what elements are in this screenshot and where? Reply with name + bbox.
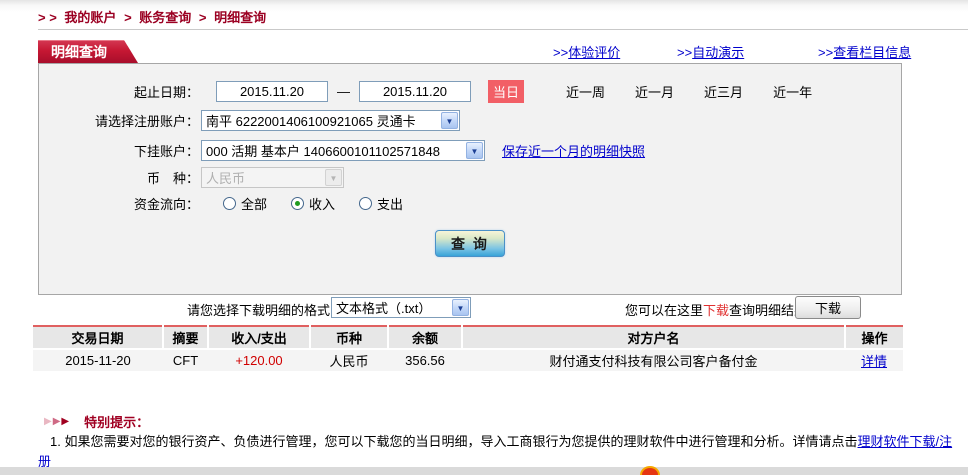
- detail-link[interactable]: 详情: [861, 354, 887, 369]
- date-from-input[interactable]: [216, 81, 328, 102]
- save-monthly-snapshot-link[interactable]: 保存近一个月的明细快照: [502, 141, 645, 160]
- range-week-button[interactable]: 近一周: [566, 82, 605, 101]
- download-format-label: 请您选择下载明细的格式: [186, 303, 330, 318]
- link-arrow: >>: [677, 45, 693, 60]
- table-header-row: 交易日期 摘要 收入/支出 币种 余额 对方户名 操作: [33, 326, 903, 350]
- download-hint: 您可以在这里下载查询明细结果: [625, 300, 807, 319]
- registered-account-select[interactable]: 南平 6222001406100921065 灵通卡 ▼: [201, 110, 460, 131]
- date-to-input[interactable]: [359, 81, 471, 102]
- registered-account-label: 请选择注册账户：: [94, 114, 199, 129]
- sub-account-value: 000 活期 基本户 1406600101102571848: [206, 144, 440, 159]
- date-range-row: 起止日期： — 当日 近一周 近一月 近三月 近一年: [39, 80, 901, 103]
- radio-icon[interactable]: [359, 197, 373, 210]
- date-range-label: 起止日期：: [133, 85, 199, 100]
- download-button[interactable]: 下载: [795, 296, 861, 319]
- header-income-expense: 收入/支出: [207, 326, 310, 350]
- chevron-down-icon: ▼: [452, 299, 469, 316]
- download-word-link[interactable]: 下载: [703, 303, 729, 318]
- cell-trade-date: 2015-11-20: [33, 349, 163, 371]
- auto-demo-link[interactable]: >>自动演示: [677, 42, 744, 61]
- sub-account-select[interactable]: 000 活期 基本户 1406600101102571848 ▼: [201, 140, 485, 161]
- header-summary: 摘要: [162, 326, 208, 350]
- radio-icon[interactable]: [291, 197, 305, 210]
- currency-row: 币 种： 人民币 ▼: [39, 167, 901, 188]
- flow-option-income[interactable]: 收入: [291, 194, 335, 213]
- flow-option-label: 全部: [241, 197, 268, 212]
- breadcrumb-separator: >: [124, 10, 132, 25]
- flow-option-label: 支出: [377, 197, 404, 212]
- experience-rating-link[interactable]: >>体验评价: [553, 42, 620, 61]
- link-arrow: >>: [553, 45, 569, 60]
- view-column-info-link[interactable]: >>查看栏目信息: [818, 42, 911, 61]
- breadcrumb-item-account-query[interactable]: 账务查询: [139, 10, 191, 25]
- table-row: 2015-11-20 CFT +120.00 人民币 356.56 财付通支付科…: [33, 349, 903, 371]
- link-label: 查看栏目信息: [833, 45, 912, 60]
- page-title: 明细查询: [51, 44, 107, 60]
- query-button-row: 查 询: [39, 230, 901, 257]
- download-format-value: 文本格式（.txt）: [336, 301, 432, 316]
- range-quarter-button[interactable]: 近三月: [704, 82, 743, 101]
- link-label: 自动演示: [692, 45, 745, 60]
- breadcrumb-separator: >: [198, 10, 207, 25]
- flow-option-label: 收入: [309, 197, 336, 212]
- footer-strip: [0, 467, 968, 475]
- sub-account-label: 下挂账户：: [133, 144, 199, 159]
- chevron-down-icon: ▼: [325, 169, 342, 186]
- query-form-panel: 起止日期： — 当日 近一周 近一月 近三月 近一年 请选择注册账户： 南平 6…: [38, 63, 902, 295]
- breadcrumb: > > 我的账户 > 账务查询 > 明细查询: [38, 7, 270, 26]
- registered-account-row: 请选择注册账户： 南平 6222001406100921065 灵通卡 ▼: [39, 110, 901, 131]
- link-arrow: >>: [818, 45, 834, 60]
- cell-balance: 356.56: [388, 349, 462, 371]
- chevron-down-icon: ▼: [466, 142, 483, 159]
- fund-flow-row: 资金流向： 全部 收入 支出: [39, 194, 901, 213]
- triple-arrow-icon: ▶▶▶: [44, 415, 71, 427]
- header-trade-date: 交易日期: [33, 326, 163, 350]
- breadcrumb-item-details-query[interactable]: 明细查询: [214, 10, 266, 25]
- tab-details-query: 明细查询: [38, 40, 138, 63]
- cell-currency: 人民币: [310, 349, 388, 371]
- divider: [38, 29, 968, 30]
- fund-flow-label: 资金流向：: [133, 197, 199, 212]
- header-currency: 币种: [309, 326, 388, 350]
- breadcrumb-prefix: > >: [38, 10, 57, 25]
- special-notes-title: 特别提示：: [84, 415, 150, 430]
- breadcrumb-item-my-account[interactable]: 我的账户: [64, 10, 116, 25]
- link-label: 体验评价: [568, 45, 621, 60]
- header-counterparty: 对方户名: [461, 326, 845, 350]
- range-month-button[interactable]: 近一月: [635, 82, 674, 101]
- header-balance: 余额: [387, 326, 462, 350]
- details-query-page: > > 我的账户 > 账务查询 > 明细查询 明细查询 >>体验评价 >>自动演…: [0, 0, 968, 475]
- query-button[interactable]: 查 询: [435, 230, 505, 257]
- registered-account-value: 南平 6222001406100921065 灵通卡: [206, 114, 416, 129]
- note-body: 1. 如果您需要对您的银行资产、负债进行管理，您可以下载您的当日明细，导入工商银…: [50, 434, 858, 449]
- flow-option-all[interactable]: 全部: [223, 194, 267, 213]
- transactions-table: 交易日期 摘要 收入/支出 币种 余额 对方户名 操作 2015-11-20 C…: [33, 325, 903, 371]
- special-notes-text: 1. 如果您需要对您的银行资产、负债进行管理，您可以下载您的当日明细，导入工商银…: [38, 432, 965, 472]
- header-action: 操作: [844, 326, 903, 350]
- cell-counterparty: 财付通支付科技有限公司客户备付金: [462, 349, 845, 371]
- special-notes-header: ▶▶▶ 特别提示：: [44, 412, 149, 431]
- fund-flow-options: 全部 收入 支出: [223, 194, 403, 213]
- currency-label: 币 种：: [146, 171, 199, 186]
- hint-text: 您可以在这里: [625, 303, 704, 318]
- cell-summary: CFT: [163, 349, 208, 371]
- download-row: 请您选择下载明细的格式 文本格式（.txt） ▼ 您可以在这里下载查询明细结果 …: [38, 296, 902, 322]
- range-year-button[interactable]: 近一年: [773, 82, 812, 101]
- cell-amount: +120.00: [208, 349, 310, 371]
- download-format-select[interactable]: 文本格式（.txt） ▼: [331, 297, 471, 318]
- date-separator: —: [337, 84, 350, 99]
- sub-account-row: 下挂账户： 000 活期 基本户 1406600101102571848 ▼ 保…: [39, 140, 901, 161]
- flow-option-expense[interactable]: 支出: [359, 194, 403, 213]
- range-today-button[interactable]: 当日: [488, 80, 525, 103]
- radio-icon[interactable]: [223, 197, 236, 210]
- currency-select: 人民币 ▼: [201, 167, 344, 188]
- chevron-down-icon: ▼: [441, 112, 458, 129]
- currency-value: 人民币: [206, 171, 246, 186]
